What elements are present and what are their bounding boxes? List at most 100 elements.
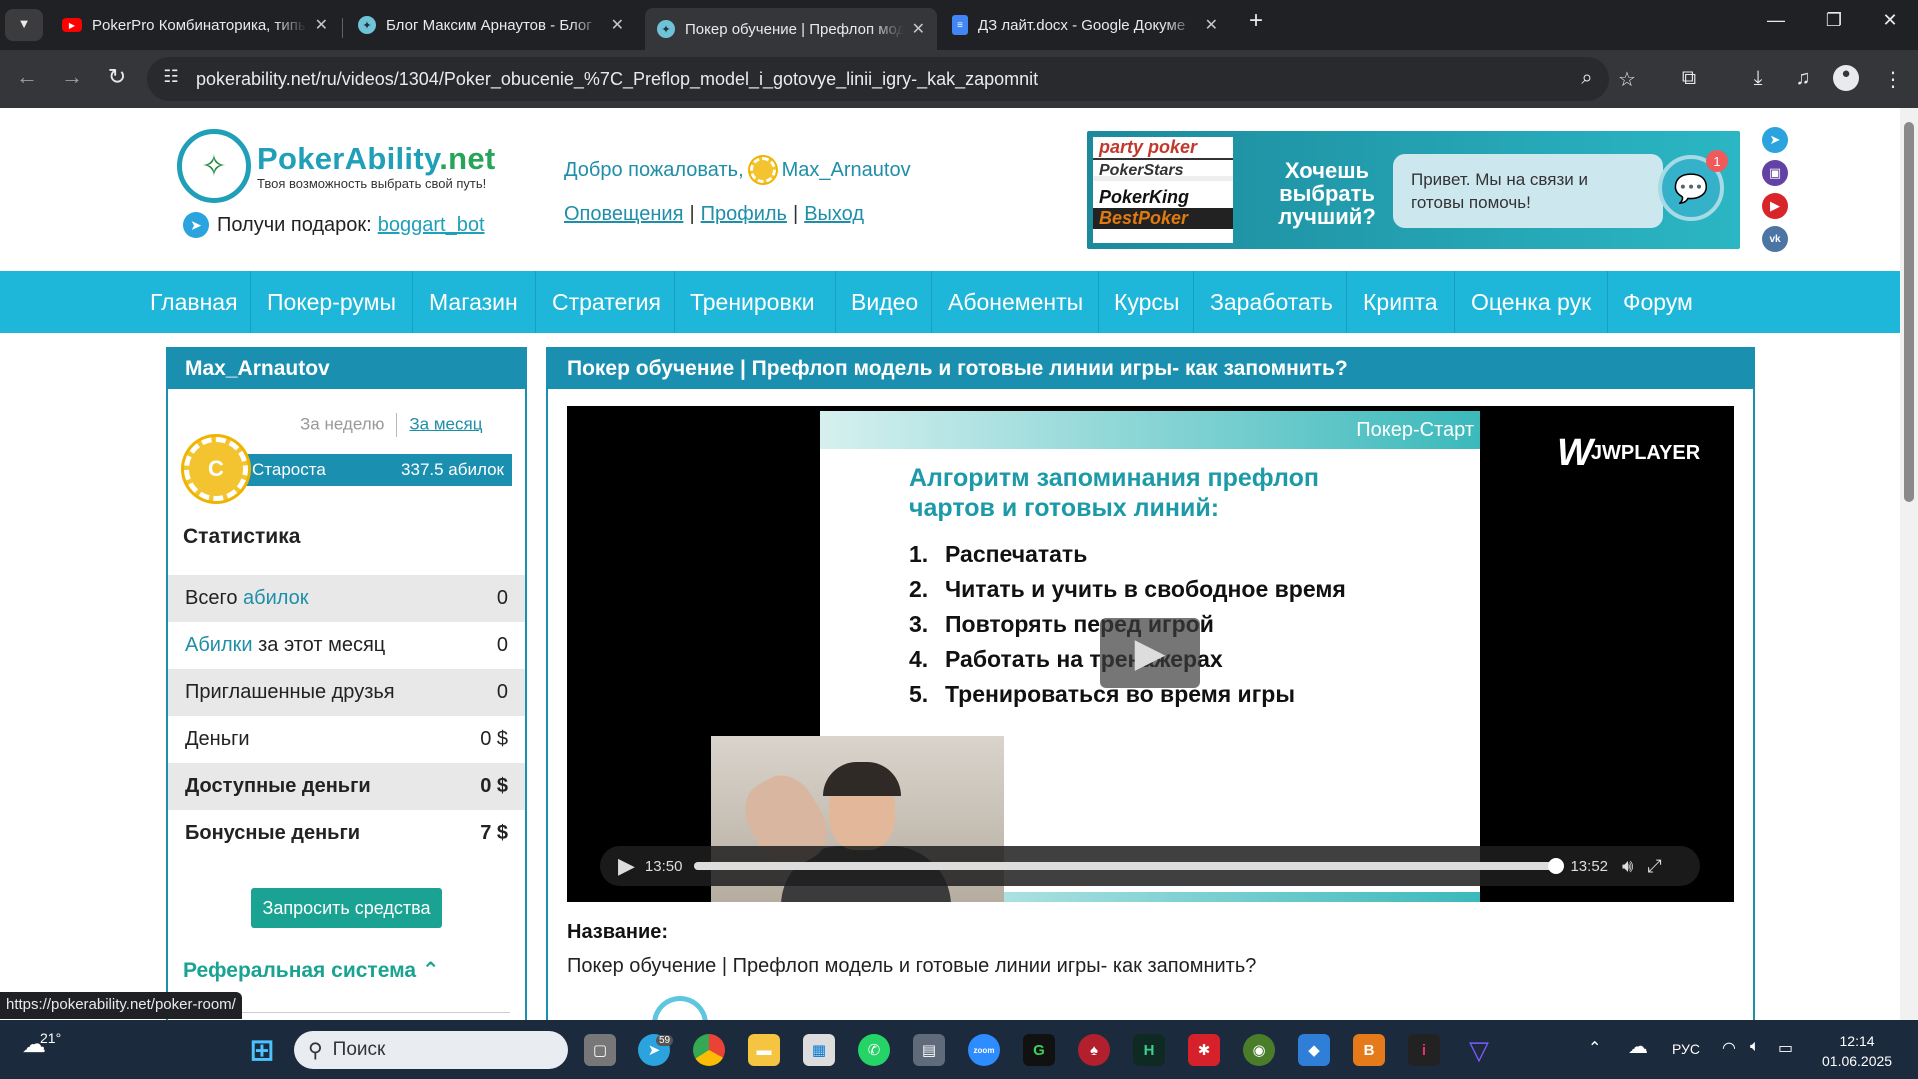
logo-tld: .net: [439, 141, 496, 176]
volume-icon[interactable]: 🔈︎: [1750, 1038, 1760, 1056]
app-icon-green[interactable]: G: [1023, 1034, 1055, 1066]
chat-greeting[interactable]: Привет. Мы на связи и готовы помочь!: [1393, 154, 1663, 228]
tab-search-button[interactable]: ▼: [5, 9, 43, 41]
menu-divider: [1346, 271, 1347, 333]
vk-icon[interactable]: vk: [1762, 226, 1788, 252]
menu-item-hand-review[interactable]: Оценка рук: [1471, 271, 1591, 333]
windows-start-icon[interactable]: ⊞: [246, 1034, 278, 1067]
twitch-icon[interactable]: ▣: [1762, 160, 1788, 186]
tab-poker-training[interactable]: ✦ Покер обучение | Префлоп модель ✕: [645, 8, 937, 50]
video-player[interactable]: Покер-Старт Алгоритм запоминания префлоп…: [567, 406, 1734, 902]
taskbar-search[interactable]: ⚲ Поиск: [294, 1031, 568, 1069]
close-tab-icon[interactable]: ✕: [1205, 15, 1218, 35]
menu-item-earn[interactable]: Заработать: [1210, 271, 1333, 333]
bookmark-star-icon[interactable]: ☆: [1614, 67, 1640, 92]
abilki-link[interactable]: абилок: [243, 587, 309, 609]
play-icon[interactable]: ▶: [618, 853, 635, 879]
period-divider: [396, 413, 398, 437]
close-tab-icon[interactable]: ✕: [315, 15, 328, 35]
app-icon-dark[interactable]: i: [1408, 1034, 1440, 1066]
scrollbar-thumb[interactable]: [1904, 122, 1914, 502]
welcome-username[interactable]: Max_Arnautov: [782, 159, 911, 182]
logo-name: PokerAbility: [257, 141, 440, 176]
tray-chevron-icon[interactable]: ⌃: [1588, 1038, 1601, 1058]
gift-label: Получи подарок:: [217, 213, 372, 236]
chrome-app-icon[interactable]: [693, 1034, 725, 1066]
close-window-icon[interactable]: ✕: [1870, 10, 1910, 31]
site-info-icon[interactable]: ☷: [158, 67, 184, 87]
app-icon-h[interactable]: H: [1133, 1034, 1165, 1066]
menu-divider: [1454, 271, 1455, 333]
reload-icon[interactable]: ↻: [102, 64, 132, 90]
search-icon: ⚲: [308, 1039, 323, 1062]
browser-menu-icon[interactable]: ⋮: [1880, 67, 1906, 92]
profile-avatar[interactable]: ●: [1833, 65, 1859, 91]
onedrive-icon[interactable]: ☁: [1628, 1034, 1648, 1059]
menu-item-crypto[interactable]: Крипта: [1363, 271, 1438, 333]
close-tab-icon[interactable]: ✕: [611, 15, 624, 35]
new-tab-plus-icon[interactable]: +: [1236, 7, 1276, 35]
notifications-link[interactable]: Оповещения: [564, 203, 683, 225]
wifi-icon[interactable]: ◠: [1722, 1038, 1736, 1058]
volume-icon[interactable]: 🔊︎: [1622, 856, 1633, 877]
period-month[interactable]: За месяц: [409, 414, 482, 433]
forward-arrow-icon[interactable]: →: [57, 64, 87, 90]
restore-window-icon[interactable]: ❐: [1814, 10, 1854, 31]
battery-icon[interactable]: ▭: [1778, 1038, 1793, 1058]
poker-app-icon[interactable]: ♠: [1078, 1034, 1110, 1066]
site-logo[interactable]: ✧ PokerAbility.net Твоя возможность выбр…: [177, 129, 497, 203]
app-icon-blue[interactable]: ◆: [1298, 1034, 1330, 1066]
media-control-icon[interactable]: ♫: [1790, 67, 1816, 90]
back-arrow-icon[interactable]: ←: [12, 64, 42, 90]
menu-item-shop[interactable]: Магазин: [429, 271, 518, 333]
tab-google-docs[interactable]: ≡ ДЗ лайт.docx - Google Докуме ✕: [940, 8, 1230, 42]
whatsapp-icon[interactable]: ✆: [858, 1034, 890, 1066]
chat-badge: 1: [1706, 150, 1728, 172]
request-funds-button[interactable]: Запросить средства: [251, 888, 442, 928]
menu-item-video[interactable]: Видео: [851, 271, 918, 333]
screenshot-icon[interactable]: ⧉: [1676, 67, 1702, 90]
file-explorer-icon[interactable]: ▬: [748, 1034, 780, 1066]
app-icon-b[interactable]: B: [1353, 1034, 1385, 1066]
system-clock[interactable]: 12:14 01.06.2025: [1822, 1031, 1892, 1071]
big-play-icon[interactable]: ▶: [1100, 618, 1200, 688]
tab-blog[interactable]: ✦ Блог Максим Арнаутов - Блог ✕: [346, 8, 636, 42]
seek-bar[interactable]: [694, 858, 1565, 874]
menu-divider: [835, 271, 836, 333]
url-text[interactable]: pokerability.net/ru/videos/1304/Poker_ob…: [196, 69, 1038, 90]
menu-item-home[interactable]: Главная: [150, 271, 238, 333]
language-indicator[interactable]: РУС: [1672, 1041, 1700, 1057]
link-separator: |: [792, 203, 799, 225]
seek-handle[interactable]: [1548, 858, 1565, 874]
google-docs-icon: ≡: [952, 15, 968, 35]
menu-item-poker-rooms[interactable]: Покер-румы: [267, 271, 396, 333]
logout-link[interactable]: Выход: [804, 203, 864, 225]
menu-item-strategy[interactable]: Стратегия: [552, 271, 661, 333]
menu-item-trainings[interactable]: Тренировки: [690, 271, 815, 333]
gift-bot-link[interactable]: boggart_bot: [378, 214, 485, 237]
task-view-icon[interactable]: ▢: [584, 1034, 616, 1066]
minimize-window-icon[interactable]: —: [1756, 10, 1796, 31]
zoom-app-icon[interactable]: zoom: [968, 1034, 1000, 1066]
profile-link[interactable]: Профиль: [701, 203, 787, 225]
fullscreen-icon[interactable]: ⤢: [1647, 856, 1661, 877]
brand-bestpoker: BestPoker: [1093, 208, 1233, 229]
referral-toggle[interactable]: Реферальная система ⌃: [183, 958, 440, 983]
menu-item-courses[interactable]: Курсы: [1114, 271, 1179, 333]
download-icon[interactable]: ⤓: [1745, 67, 1771, 90]
calculator-icon[interactable]: ▤: [913, 1034, 945, 1066]
weather-widget[interactable]: ☁ 21°: [22, 1030, 61, 1059]
app-icon-dragon[interactable]: ◉: [1243, 1034, 1275, 1066]
app-icon-triangle[interactable]: ▽: [1463, 1034, 1495, 1066]
period-week[interactable]: За неделю: [300, 414, 384, 433]
ms-store-icon[interactable]: ▦: [803, 1034, 835, 1066]
youtube-icon[interactable]: ▶: [1762, 193, 1788, 219]
close-tab-icon[interactable]: ✕: [912, 19, 925, 39]
app-icon-red[interactable]: ✱: [1188, 1034, 1220, 1066]
abilki-link[interactable]: Абилки: [185, 634, 253, 656]
menu-item-forum[interactable]: Форум: [1623, 271, 1693, 333]
menu-item-subscriptions[interactable]: Абонементы: [948, 271, 1083, 333]
telegram-icon[interactable]: ➤: [1762, 127, 1788, 153]
tab-pokerpro[interactable]: ▶ PokerPro Комбинаторика, типы ✕: [50, 8, 340, 42]
zoom-icon[interactable]: ⌕: [1574, 67, 1600, 90]
